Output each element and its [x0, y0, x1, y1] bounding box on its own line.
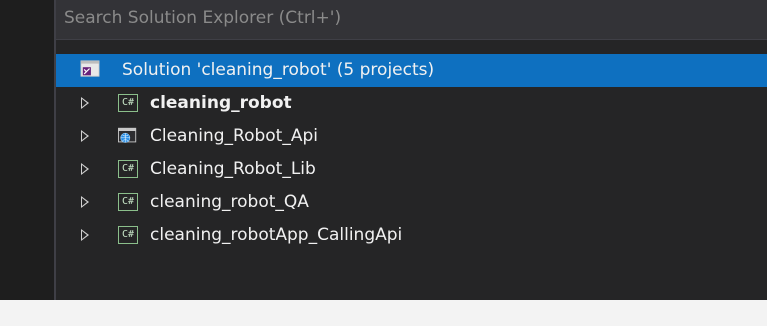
- csharp-project-icon: C#: [118, 226, 138, 244]
- project-node-cleaning-robot-qa[interactable]: C# cleaning_robot_QA: [56, 186, 767, 219]
- project-label: Cleaning_Robot_Api: [150, 126, 318, 146]
- visual-studio-solution-icon: [80, 60, 100, 77]
- solution-explorer-panel: Solution 'cleaning_robot' (5 projects) C…: [56, 0, 767, 300]
- search-input[interactable]: [64, 2, 754, 34]
- expand-arrow-icon[interactable]: [81, 229, 89, 241]
- project-node-cleaning-robot-lib[interactable]: C# Cleaning_Robot_Lib: [56, 153, 767, 186]
- left-gutter: [0, 0, 54, 300]
- solution-label: Solution 'cleaning_robot' (5 projects): [122, 60, 435, 80]
- expand-arrow-icon[interactable]: [81, 97, 89, 109]
- csharp-project-icon: C#: [118, 193, 138, 211]
- expand-arrow-icon[interactable]: [81, 163, 89, 175]
- expand-arrow-icon[interactable]: [81, 130, 89, 142]
- project-label: cleaning_robot_QA: [150, 192, 309, 212]
- csharp-project-icon: C#: [118, 160, 138, 178]
- web-project-icon: [118, 127, 137, 143]
- project-node-cleaning-robot-api[interactable]: Cleaning_Robot_Api: [56, 120, 767, 153]
- expand-arrow-icon[interactable]: [81, 196, 89, 208]
- project-node-cleaning-robotapp-callingapi[interactable]: C# cleaning_robotApp_CallingApi: [56, 219, 767, 252]
- project-node-cleaning-robot[interactable]: C# cleaning_robot: [56, 87, 767, 120]
- project-label: cleaning_robot: [150, 93, 292, 113]
- solution-explorer-window: Solution 'cleaning_robot' (5 projects) C…: [0, 0, 767, 326]
- csharp-project-icon: C#: [118, 94, 138, 112]
- project-label: Cleaning_Robot_Lib: [150, 159, 316, 179]
- search-box: [56, 0, 767, 40]
- solution-node[interactable]: Solution 'cleaning_robot' (5 projects): [56, 54, 767, 87]
- project-label: cleaning_robotApp_CallingApi: [150, 225, 403, 245]
